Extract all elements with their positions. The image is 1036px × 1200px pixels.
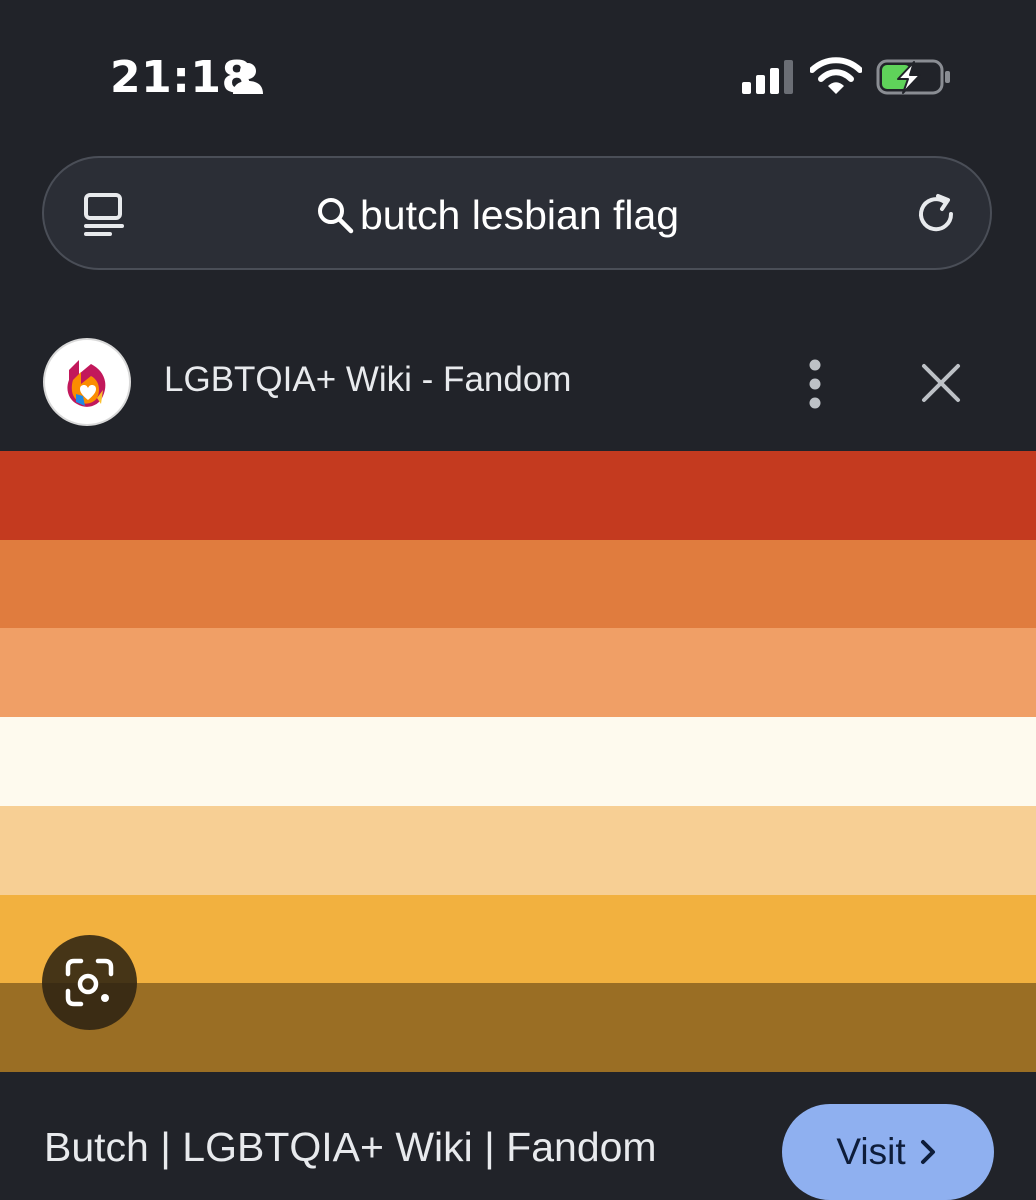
lens-icon	[65, 958, 114, 1007]
fandom-logo-icon	[67, 360, 106, 407]
visit-label: Visit	[836, 1131, 906, 1172]
flag-stripe-5	[0, 805, 1036, 895]
close-icon[interactable]	[918, 360, 964, 406]
result-title[interactable]: Butch | LGBTQIA+ Wiki | Fandom	[44, 1124, 657, 1171]
chevron-right-icon	[920, 1140, 935, 1164]
signal-icon	[742, 60, 793, 94]
person-icon	[233, 63, 263, 94]
reload-icon[interactable]	[914, 192, 960, 238]
flag-stripe-4	[0, 717, 1036, 806]
search-query-field[interactable]: butch lesbian flag	[316, 188, 679, 242]
result-image[interactable]	[0, 451, 1036, 1073]
flag-stripe-3	[0, 628, 1036, 718]
search-icon	[318, 198, 354, 234]
wifi-icon	[810, 57, 862, 94]
result-footer: Butch | LGBTQIA+ Wiki | Fandom Visit	[0, 1072, 1036, 1200]
source-row: LGBTQIA+ Wiki - Fandom	[0, 330, 1036, 440]
flag-stripe-6	[0, 894, 1036, 984]
flag-stripe-1	[0, 451, 1036, 540]
tabs-icon[interactable]	[82, 192, 128, 238]
visit-button[interactable]: Visit	[782, 1104, 994, 1200]
source-name[interactable]: LGBTQIA+ Wiki - Fandom	[164, 360, 571, 400]
flag-stripe-2	[0, 539, 1036, 629]
search-bar[interactable]: butch lesbian flag	[42, 156, 992, 270]
source-logo[interactable]	[43, 338, 131, 426]
flag-stripe-7	[0, 983, 1036, 1073]
status-bar: 21:18	[0, 0, 1036, 150]
lens-button[interactable]	[42, 935, 137, 1030]
battery-icon	[876, 59, 950, 95]
search-query-text: butch lesbian flag	[360, 191, 680, 238]
more-icon[interactable]	[796, 356, 834, 412]
